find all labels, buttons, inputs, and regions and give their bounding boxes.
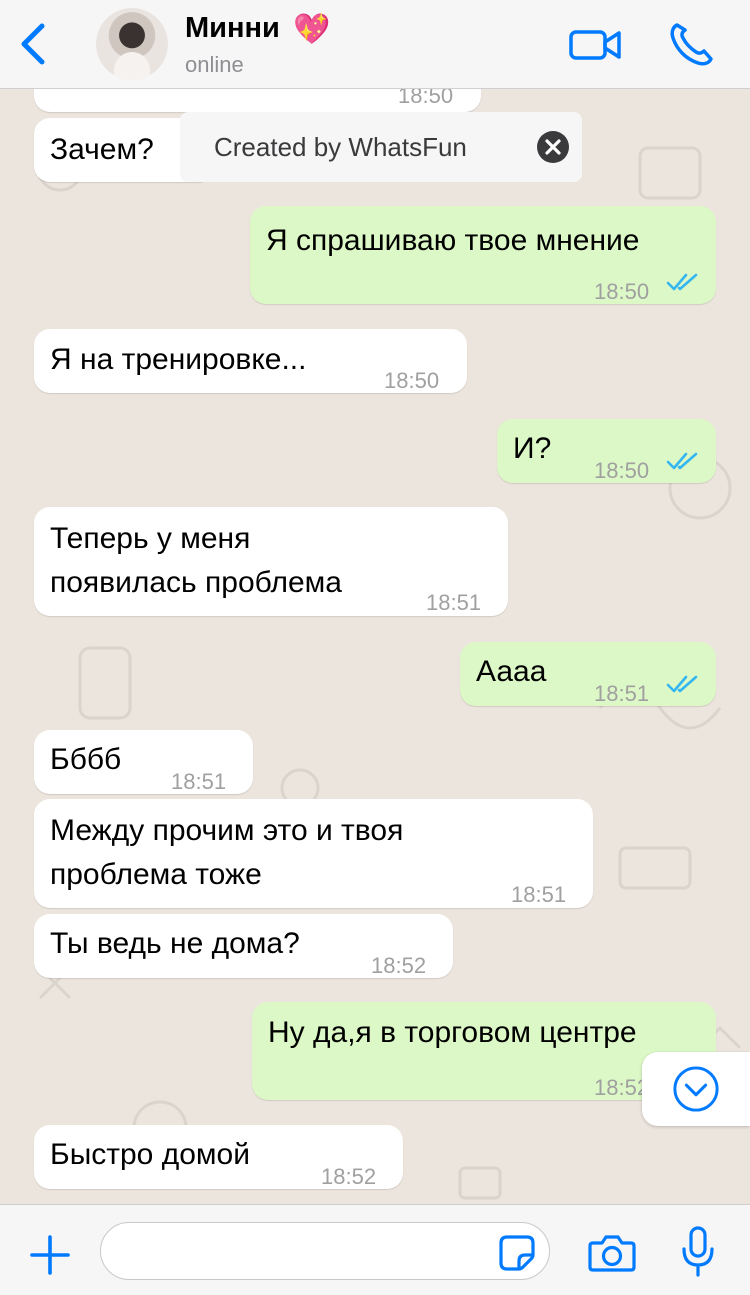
- message-text: Бббб: [50, 743, 122, 776]
- message-text: Я спрашиваю твое мнение: [266, 224, 640, 257]
- message-time: 18:50: [384, 368, 440, 393]
- banner-text: Created by WhatsFun: [214, 132, 467, 162]
- message-time: 18:51: [171, 769, 227, 794]
- banner-close-icon[interactable]: [536, 130, 570, 164]
- composer-bar: [0, 1204, 750, 1295]
- message-time: 18:52: [321, 1164, 377, 1189]
- message-time: 18:51: [511, 882, 567, 907]
- message-input[interactable]: [115, 1231, 489, 1273]
- message-time: 18:51: [426, 590, 482, 615]
- attach-plus-icon[interactable]: [28, 1233, 72, 1277]
- microphone-icon[interactable]: [680, 1225, 716, 1279]
- message-bubble-outgoing[interactable]: Я спрашиваю твое мнение 18:50: [250, 206, 716, 304]
- message-bubble-outgoing[interactable]: Аааа 18:51: [460, 642, 716, 706]
- contact-status: online: [185, 52, 244, 77]
- message-text: Ну да,я в торговом центре: [268, 1016, 637, 1049]
- read-ticks-icon: [666, 675, 698, 693]
- message-time: 18:50: [594, 279, 650, 304]
- message-time: 18:51: [594, 681, 650, 706]
- contact-avatar[interactable]: [96, 8, 168, 80]
- message-text: Аааа: [476, 655, 547, 688]
- message-text: Я на тренировке...: [50, 343, 307, 376]
- message-input-box[interactable]: [100, 1222, 550, 1280]
- message-text: Ты ведь не дома?: [50, 927, 300, 960]
- message-bubble-incoming[interactable]: Между прочим это и твоя проблема тоже 18…: [34, 799, 593, 908]
- back-chevron-icon[interactable]: [14, 22, 54, 66]
- contact-name[interactable]: Минни: [185, 12, 280, 45]
- scroll-to-bottom-button[interactable]: [642, 1052, 750, 1126]
- message-text: Теперь у меня появилась проблема: [50, 522, 342, 599]
- chevron-down-circle-icon: [673, 1066, 719, 1112]
- message-bubble-incoming[interactable]: Бббб 18:51: [34, 730, 253, 794]
- read-ticks-icon: [666, 452, 698, 470]
- message-bubble-outgoing[interactable]: И? 18:50: [497, 419, 716, 483]
- message-time: 18:52: [594, 1075, 650, 1100]
- video-call-icon[interactable]: [568, 26, 622, 64]
- message-text: Быстро домой: [50, 1138, 250, 1171]
- phone-call-icon[interactable]: [668, 20, 714, 68]
- camera-icon[interactable]: [588, 1233, 636, 1273]
- message-bubble-incoming[interactable]: Быстро домой 18:52: [34, 1125, 403, 1189]
- message-text: Зачем?: [50, 133, 154, 166]
- message-bubble-incoming[interactable]: Я на тренировке... 18:50: [34, 329, 467, 393]
- chat-header: Минни 💖 online: [0, 0, 750, 89]
- message-text: Между прочим это и твоя проблема тоже: [50, 814, 404, 891]
- read-ticks-icon: [666, 273, 698, 291]
- sticker-icon[interactable]: [497, 1233, 537, 1273]
- message-bubble-incoming[interactable]: Ты ведь не дома? 18:52: [34, 914, 453, 978]
- message-text: И?: [513, 432, 552, 465]
- watermark-banner: Created by WhatsFun: [180, 112, 582, 182]
- message-time: 18:50: [594, 458, 650, 483]
- heart-emoji: 💖: [293, 13, 331, 46]
- message-bubble-incoming[interactable]: Теперь у меня появилась проблема 18:51: [34, 507, 508, 616]
- message-time: 18:52: [371, 953, 427, 978]
